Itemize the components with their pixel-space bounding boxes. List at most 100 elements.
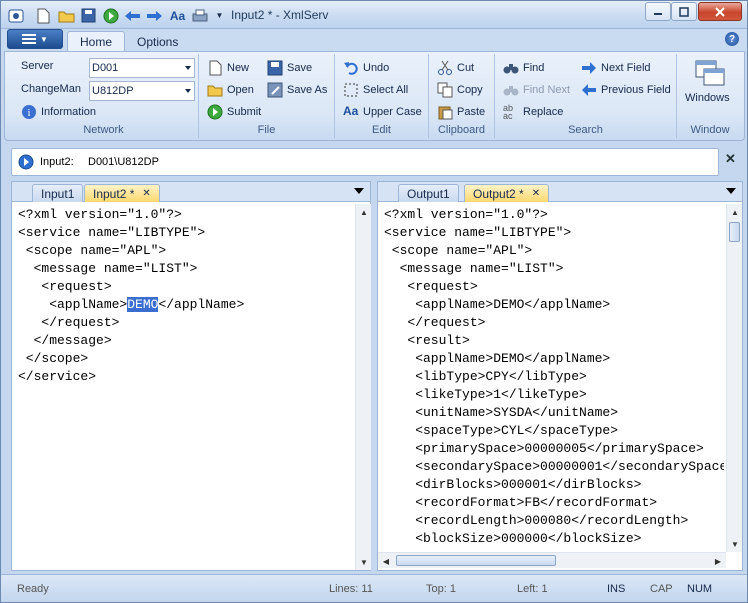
close-icon[interactable]: ✕ [142, 188, 150, 199]
submit-label: Submit [227, 106, 262, 118]
paste-label: Paste [457, 106, 486, 118]
new-button[interactable]: New [207, 58, 249, 78]
find-next-button[interactable]: Find Next [503, 80, 570, 100]
submit-icon[interactable] [102, 7, 119, 24]
windows-button[interactable]: Windows [683, 58, 737, 110]
tab-home[interactable]: Home [67, 31, 126, 52]
paste-button[interactable]: Paste [437, 102, 485, 122]
app-icon[interactable] [7, 7, 24, 24]
upper-case-button[interactable]: Aa Upper Case [343, 102, 422, 122]
save-as-icon [267, 82, 283, 98]
scroll-up-icon[interactable]: ▲ [727, 204, 743, 220]
submit-button[interactable]: Submit [207, 102, 261, 122]
horizontal-scroll-thumb[interactable] [396, 555, 556, 566]
cut-button[interactable]: Cut [437, 58, 474, 78]
code-line: </message> [18, 333, 112, 348]
back-arrow-icon[interactable] [124, 7, 141, 24]
changeman-select[interactable]: U812DP [89, 81, 195, 101]
tab-output1[interactable]: Output1 [398, 184, 459, 202]
play-icon[interactable] [18, 154, 34, 170]
code-line: <likeType>1</likeType> [384, 387, 587, 402]
code-line: <service name="LIBTYPE"> [18, 225, 206, 240]
scroll-left-icon[interactable]: ◀ [378, 553, 394, 569]
select-all-label: Select All [363, 84, 409, 96]
vertical-scroll-thumb[interactable] [729, 222, 740, 242]
open-folder-icon[interactable] [58, 7, 75, 24]
customize-toolbar-icon[interactable]: ▼ [211, 7, 228, 24]
upper-case-icon[interactable]: Aa [169, 7, 186, 24]
scroll-right-icon[interactable]: ▶ [710, 553, 726, 569]
horizontal-scrollbar[interactable]: ◀ ▶ [378, 552, 726, 568]
code-line: </scope> [18, 351, 89, 366]
server-select[interactable]: D001 [89, 58, 195, 78]
save-button[interactable]: Save [267, 58, 312, 78]
application-menu-button[interactable]: ▼ [7, 29, 63, 49]
new-file-icon[interactable] [35, 7, 52, 24]
title-bar: Aa ▼ Input2 * - XmlServ [1, 1, 747, 29]
previous-field-button[interactable]: Previous Field [581, 80, 671, 100]
tab-options[interactable]: Options [125, 31, 190, 52]
binoculars-icon [503, 64, 519, 74]
save-as-button[interactable]: Save As [267, 80, 327, 100]
close-icon[interactable]: ✕ [725, 151, 736, 167]
tab-output1-label: Output1 [407, 186, 450, 201]
code-line: <recordFormat>FB</recordFormat> [384, 495, 658, 510]
scroll-down-icon[interactable]: ▼ [356, 554, 372, 570]
status-num: NUM [687, 583, 713, 595]
changeman-label: ChangeMan [21, 83, 81, 95]
code-line: <result> [384, 333, 470, 348]
input-path-bar: Input2: D001\U812DP [11, 148, 719, 176]
tab-output2[interactable]: Output2 * ✕ [464, 184, 550, 202]
input-xml-editor[interactable]: <?xml version="1.0"?> <service name="LIBT… [18, 206, 244, 386]
copy-button[interactable]: Copy [437, 80, 483, 100]
code-line: <unitName>SYSDA</unitName> [384, 405, 619, 420]
minimize-button[interactable] [645, 2, 671, 21]
tab-output2-label: Output2 * [473, 186, 524, 201]
undo-icon [344, 62, 358, 75]
right-arrow-icon [582, 62, 596, 74]
file-group-label: File [257, 124, 276, 136]
window-group: Windows Window [677, 54, 743, 138]
code-line: </request> [384, 315, 486, 330]
save-icon[interactable] [80, 7, 97, 24]
open-button[interactable]: Open [207, 80, 254, 100]
upper-case-label: Upper Case [363, 106, 422, 118]
next-field-button[interactable]: Next Field [581, 58, 651, 78]
edit-group-label: Edit [372, 124, 391, 136]
vertical-scrollbar[interactable]: ▲ ▼ [355, 204, 371, 570]
undo-button[interactable]: Undo [343, 58, 389, 78]
forward-arrow-icon[interactable] [146, 7, 163, 24]
print-icon[interactable] [191, 7, 208, 24]
tab-input2[interactable]: Input2 * ✕ [84, 184, 160, 202]
information-button[interactable]: i Information [21, 102, 96, 122]
binoculars-icon [503, 86, 519, 96]
scroll-up-icon[interactable]: ▲ [356, 204, 372, 220]
code-line: <applName>DEMO</applName> [384, 297, 611, 312]
open-label: Open [227, 84, 254, 96]
tab-input1[interactable]: Input1 [32, 184, 84, 202]
selected-text: DEMO [127, 297, 159, 312]
input-path-label: Input2: [40, 156, 74, 168]
replace-icon: ab ac [503, 103, 514, 121]
tab-list-dropdown-icon[interactable] [726, 188, 736, 194]
output-xml-viewer[interactable]: <?xml version="1.0"?> <service name="LIBT… [384, 206, 724, 548]
select-all-button[interactable]: Select All [343, 80, 408, 100]
replace-button[interactable]: ab ac Replace [503, 102, 563, 122]
cut-label: Cut [457, 62, 475, 74]
new-file-icon [209, 60, 222, 76]
file-group: New Save Open Save As Submit File [199, 54, 335, 138]
tab-list-dropdown-icon[interactable] [354, 188, 364, 194]
save-label: Save [287, 62, 313, 74]
scroll-down-icon[interactable]: ▼ [727, 536, 743, 552]
help-icon[interactable]: ? [725, 32, 739, 46]
find-button[interactable]: Find [503, 58, 544, 78]
maximize-button[interactable] [671, 2, 697, 21]
status-cap: CAP [650, 583, 673, 595]
close-icon[interactable]: ✕ [532, 188, 540, 199]
ribbon-tab-row: ▼ Home Options ? [1, 29, 747, 52]
status-left: Left: 1 [517, 583, 548, 595]
close-button[interactable] [698, 2, 742, 21]
output-tab-strip: Output1 Output2 * ✕ [378, 182, 742, 202]
svg-text:i: i [27, 107, 30, 119]
vertical-scrollbar[interactable]: ▲ ▼ [726, 204, 742, 552]
